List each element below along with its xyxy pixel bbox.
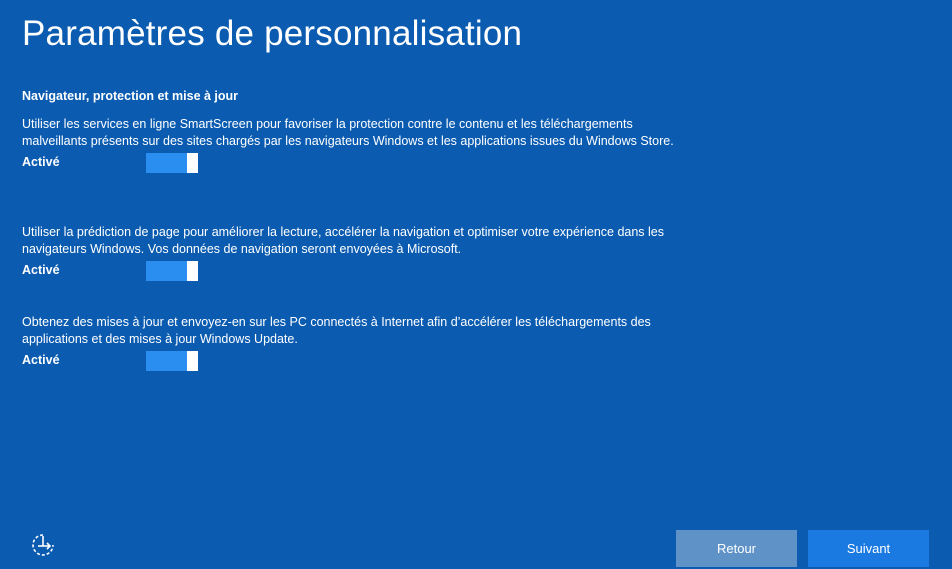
toggle-state-label: Activé <box>22 263 60 277</box>
toggle-state-label: Activé <box>22 353 60 367</box>
setting-windows-update-p2p: Obtenez des mises à jour et envoyez-en s… <box>22 314 692 372</box>
setting-description: Obtenez des mises à jour et envoyez-en s… <box>22 315 651 346</box>
personalization-settings-page: Paramètres de personnalisation Navigateu… <box>0 0 952 569</box>
windows-update-p2p-toggle[interactable] <box>146 351 198 371</box>
section-header: Navigateur, protection et mise à jour <box>22 89 239 103</box>
setting-description: Utiliser les services en ligne SmartScre… <box>22 117 674 148</box>
back-button[interactable]: Retour <box>676 530 797 567</box>
next-button[interactable]: Suivant <box>808 530 929 567</box>
toggle-row: Activé <box>22 260 692 282</box>
toggle-knob <box>187 261 198 281</box>
toggle-knob <box>187 351 198 371</box>
page-prediction-toggle[interactable] <box>146 261 198 281</box>
smartscreen-toggle[interactable] <box>146 153 198 173</box>
toggle-state-label: Activé <box>22 155 60 169</box>
toggle-row: Activé <box>22 152 692 174</box>
page-title: Paramètres de personnalisation <box>22 14 523 53</box>
setting-smartscreen: Utiliser les services en ligne SmartScre… <box>22 116 692 174</box>
ease-of-access-icon[interactable] <box>30 532 56 558</box>
toggle-knob <box>187 153 198 173</box>
setting-page-prediction: Utiliser la prédiction de page pour amél… <box>22 224 692 282</box>
setting-description: Utiliser la prédiction de page pour amél… <box>22 225 664 256</box>
toggle-row: Activé <box>22 350 692 372</box>
